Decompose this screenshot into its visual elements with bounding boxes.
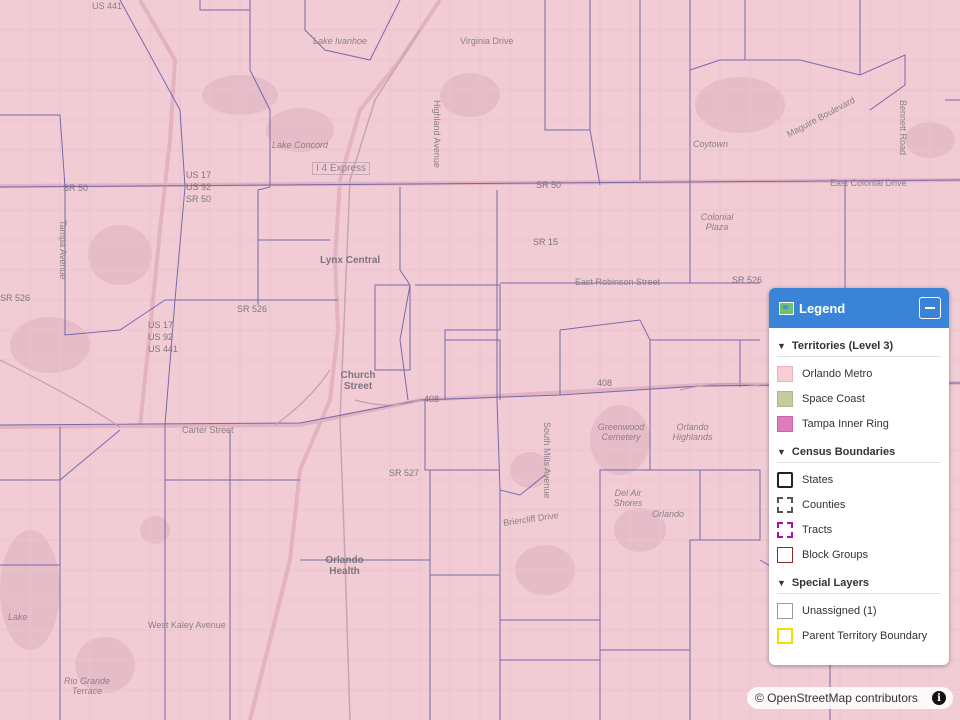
map-label-us441-top: US 441: [92, 1, 123, 11]
legend-item-space-coast: Space Coast: [777, 386, 941, 411]
swatch-tracts: [777, 521, 793, 538]
map-label-us17-b: US 17: [148, 320, 174, 330]
map-label-east-robinson: East Robinson Street: [575, 277, 661, 287]
section-title: Special Layers: [791, 577, 869, 589]
swatch-block-groups: [777, 546, 793, 563]
legend-label: Parent Territory Boundary: [802, 629, 928, 642]
legend-label: Space Coast: [802, 392, 865, 405]
legend-label: Counties: [802, 498, 846, 511]
map-label-i4-express: I 4 Express: [312, 162, 371, 175]
map-label-orlando-south: Orlando: [652, 509, 685, 519]
map-label-rio-grande: Rio Grande Terrace: [63, 676, 111, 696]
legend-item-counties: Counties: [777, 492, 941, 517]
section-toggle-special[interactable]: ▼ Special Layers: [777, 569, 941, 594]
map-label-east-colonial: East Colonial Drive: [830, 178, 907, 188]
map-label-church-street: Church Street: [340, 370, 376, 392]
caret-down-icon: ▼: [777, 578, 786, 588]
swatch-space-coast: [777, 390, 793, 407]
map-label-coytown: Coytown: [693, 139, 729, 149]
map-label-us441-b: US 441: [148, 344, 179, 354]
section-title: Territories (Level 3): [791, 340, 894, 352]
map-label-408-a: 408: [424, 394, 440, 404]
map-label-sr50-mid: SR 50: [536, 180, 562, 190]
map-attribution: © OpenStreetMap contributors i: [747, 687, 953, 709]
legend-section-census: ▼ Census Boundaries States Counties Trac…: [777, 438, 941, 567]
legend-item-orlando-metro: Orlando Metro: [777, 361, 941, 386]
swatch-tampa-inner-ring: [777, 415, 793, 432]
attribution-link[interactable]: © OpenStreetMap contributors: [755, 691, 918, 705]
legend-section-special: ▼ Special Layers Unassigned (1) Parent T…: [777, 569, 941, 648]
map-label-lake-west: Lake: [8, 612, 28, 622]
caret-down-icon: ▼: [777, 447, 786, 457]
legend-item-unassigned: Unassigned (1): [777, 598, 941, 623]
map-label-sr526-right: SR 526: [732, 275, 763, 285]
map-label-bennett-road: Bennett Road: [898, 100, 908, 156]
legend-label: Tampa Inner Ring: [802, 417, 889, 430]
map-label-sr50-west: SR 50: [63, 183, 89, 193]
legend-label: Tracts: [802, 523, 833, 536]
map-label-sr527: SR 527: [389, 468, 420, 478]
info-icon[interactable]: i: [932, 691, 946, 705]
legend-label: Unassigned (1): [802, 604, 877, 617]
legend-item-states: States: [777, 467, 941, 492]
map-label-408-b: 408: [597, 378, 613, 388]
section-toggle-territories[interactable]: ▼ Territories (Level 3): [777, 332, 941, 357]
swatch-counties: [777, 496, 793, 513]
swatch-states: [777, 471, 793, 488]
map-label-carter-street: Carter Street: [182, 425, 234, 435]
map-label-lynx-central: Lynx Central: [320, 255, 381, 266]
map-label-west-kaley: West Kaley Avenue: [148, 620, 226, 630]
legend-item-parent-boundary: Parent Territory Boundary: [777, 623, 941, 648]
legend-panel: Legend ▼ Territories (Level 3) Orlando M…: [769, 288, 949, 665]
swatch-unassigned: [777, 602, 793, 619]
map-label-sr526-west: SR 526: [0, 293, 31, 303]
legend-item-block-groups: Block Groups: [777, 542, 941, 567]
map-label-us17-a: US 17: [186, 170, 212, 180]
legend-item-tampa-inner-ring: Tampa Inner Ring: [777, 411, 941, 436]
map-label-sr50-a: SR 50: [186, 194, 212, 204]
map-label-south-mills: South Mills Avenue: [542, 422, 552, 499]
legend-label: States: [802, 473, 834, 486]
map-label-greenwood: Greenwood Cemetery: [597, 422, 645, 442]
legend-header: Legend: [769, 288, 949, 328]
section-toggle-census[interactable]: ▼ Census Boundaries: [777, 438, 941, 463]
legend-item-tracts: Tracts: [777, 517, 941, 542]
map-label-lake-concord: Lake Concord: [272, 140, 329, 150]
swatch-orlando-metro: [777, 365, 793, 382]
map-label-us92-b: US 92: [148, 332, 174, 342]
map-label-lake-ivanhoe: Lake Ivanhoe: [313, 36, 368, 46]
swatch-parent-boundary: [777, 627, 793, 644]
legend-collapse-button[interactable]: [919, 297, 941, 319]
map-label-highland-avenue: Highland Avenue: [432, 100, 442, 168]
map-label-orlando-highlands: Orlando Highlands: [672, 422, 713, 442]
map-label-us92-a: US 92: [186, 182, 212, 192]
map-label-sr15: SR 15: [533, 237, 559, 247]
map-label-sr526-mid: SR 526: [237, 304, 268, 314]
legend-label: Block Groups: [802, 548, 869, 561]
caret-down-icon: ▼: [777, 341, 786, 351]
map-label-del-air: Del Air Shores: [613, 488, 643, 508]
map-icon: [779, 301, 794, 315]
map-label-tampa-avenue: Tampa Avenue: [58, 220, 68, 280]
legend-label: Orlando Metro: [802, 367, 873, 380]
section-title: Census Boundaries: [791, 446, 896, 458]
legend-section-territories: ▼ Territories (Level 3) Orlando Metro Sp…: [777, 332, 941, 436]
map-label-orlando-health: Orlando Health: [325, 555, 364, 577]
legend-title: Legend: [799, 300, 846, 316]
map-label-colonial-plaza: Colonial Plaza: [700, 212, 734, 232]
map-label-virginia-drive: Virginia Drive: [460, 36, 514, 46]
